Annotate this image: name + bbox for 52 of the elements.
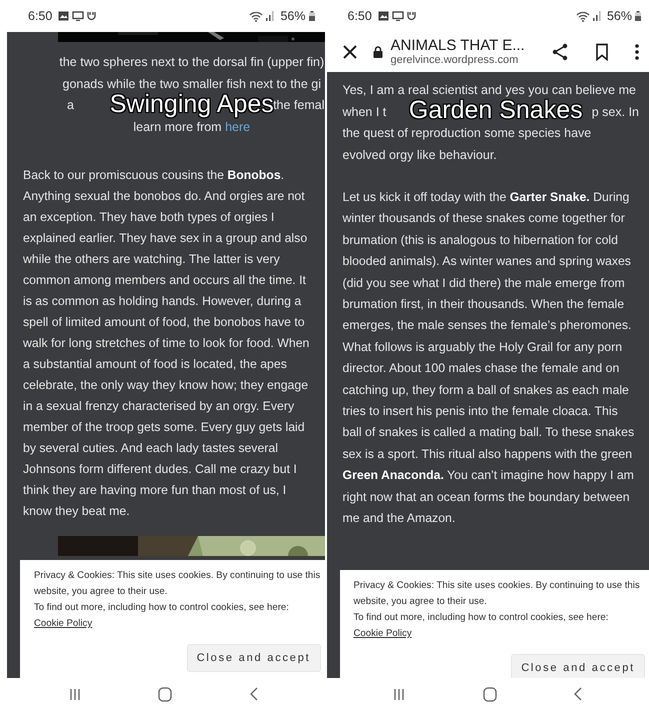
- cookie-policy-link[interactable]: Cookie Policy: [34, 618, 92, 629]
- recent-apps-icon[interactable]: [393, 688, 406, 700]
- here-link[interactable]: here: [225, 120, 250, 134]
- home-icon[interactable]: [482, 686, 497, 702]
- article-paragraph: Back to our promiscuous cousins the Bonobos. Anything sexual the bonobos do. And orgies are not an exception. They have both types of orgies I explained earlier. They have sex in a group and also while the others are watching. The latter is very common among members and occurs all the time. It is as common as holding hands. However, during a spell of limited amount of food, the bonobos have to walk for long stretches of time to look for food. When a substantial amount of food is located, the apes celebrate, the only way they know how; they engage in a sexual frenzy characterised by an orgy. Every member of the troop gets some. Every guy gets laid by several cuties. And each lady tastes several Johnsons form different dudes. Call me crazy but I think they are having more fun than most of us, I know they beat me.: [23, 167, 310, 520]
- signal-icon: [592, 11, 602, 21]
- back-icon[interactable]: [250, 687, 258, 701]
- home-icon[interactable]: [158, 686, 172, 702]
- wifi-icon: [249, 10, 264, 22]
- clock-time: 6:50: [348, 9, 372, 23]
- article-text: when I t: [342, 104, 386, 120]
- article-text: a: [67, 97, 74, 114]
- back-icon[interactable]: [574, 687, 582, 701]
- wifi-icon: [576, 10, 590, 22]
- article-paragraph: Let us kick it off today with the Garter Snake. During winter thousands of these snakes come together for brumation (this is analogous to hibernation for cold blooded animals). As winter wanes and spring waxes (did you see what I did there) the male emerge from brumation first, in their thousands. When the female emerges, the male senses the female’s pheromones. What follows is arguably the Holy Grail for any porn director. About 100 males chase the female and on catching up, they form a ball of snakes as each male tries to insert his penis into the female cloaca. This ball of snakes is called a mating ball. To these snakes sex is a sport. This ritual also happens with the green Green Anaconda. You can’t imagine how happy I am right now that an ocean forms the boundary between me and the Amazon.: [342, 189, 635, 528]
- article-text: learn more from here: [132, 118, 252, 136]
- close-icon[interactable]: [342, 45, 356, 59]
- cookie-notice: Privacy & Cookies: This site uses cookies. By continuing to use this website, you agree to their use.: [34, 569, 320, 599]
- monitor-icon: [392, 11, 404, 21]
- article-text: the quest of reproduction some species have: [342, 125, 592, 142]
- article-text: the two spheres next to the dorsal fin (upper fin): [59, 54, 324, 71]
- recent-apps-icon[interactable]: [68, 688, 81, 700]
- overlay-caption: Garden Snakes: [408, 100, 583, 122]
- clock-time: 6:50: [28, 9, 52, 23]
- cup-icon: [406, 11, 416, 21]
- bookmark-icon[interactable]: [595, 43, 609, 61]
- monitor-icon: [72, 11, 84, 21]
- close-and-accept-button[interactable]: Close and accept: [186, 644, 320, 672]
- image-icon: [58, 11, 70, 21]
- signal-icon: [266, 11, 276, 21]
- close-and-accept-button[interactable]: Close and accept: [511, 654, 645, 678]
- battery-icon: [635, 11, 641, 21]
- cookie-notice: To find out more, including how to control cookies, see here: Cookie Policy: [34, 601, 290, 631]
- cookie-notice: To find out more, including how to control cookies, see here: Cookie Policy: [354, 611, 610, 641]
- battery-percent: 56%: [280, 9, 306, 23]
- article-text: p sex. In: [592, 104, 639, 121]
- battery-percent: 56%: [606, 9, 632, 23]
- page-url: gerelvince.wordpress.com: [390, 54, 520, 67]
- image-icon: [378, 11, 389, 21]
- lock-icon: [372, 46, 382, 58]
- cookie-policy-link[interactable]: Cookie Policy: [354, 628, 412, 639]
- share-icon[interactable]: [551, 43, 569, 61]
- article-text: the femal: [273, 97, 324, 114]
- article-text: Yes, I am a real scientist and yes you can believe me: [342, 82, 637, 99]
- article-text: evolved orgy like behaviour.: [342, 146, 498, 164]
- cookie-notice: Privacy & Cookies: This site uses cookies. By continuing to use this website, you agree to their use.: [354, 579, 641, 609]
- overlay-caption: Swinging Apes: [110, 94, 274, 116]
- article-text: gonads while the two smaller fish next to the gi: [62, 76, 322, 93]
- battery-icon: [308, 11, 314, 21]
- more-icon[interactable]: [635, 43, 639, 61]
- cup-icon: [87, 11, 96, 21]
- page-title: ANIMALS THAT E...: [390, 37, 525, 54]
